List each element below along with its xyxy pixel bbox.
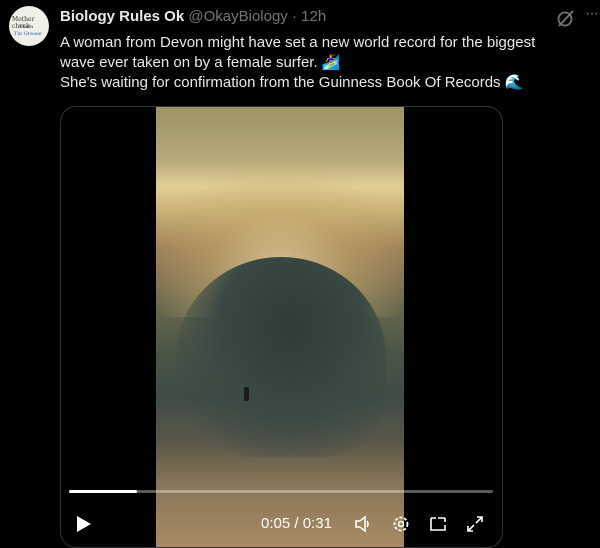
tweet-header: Biology Rules Ok @OkayBiology · 12h (60, 8, 326, 25)
tweet-text: A woman from Devon might have set a new … (60, 33, 590, 93)
play-icon[interactable] (77, 516, 91, 532)
surfer (244, 387, 249, 401)
author-handle[interactable]: @OkayBiology (188, 8, 287, 25)
current-time: 0:05 (261, 515, 291, 532)
avatar-text-2: Them (19, 24, 34, 30)
more-options-icon[interactable]: ··· (585, 5, 599, 23)
settings-icon[interactable] (391, 514, 411, 534)
video-progress-fill (69, 490, 137, 493)
author-name[interactable]: Biology Rules Ok (60, 8, 184, 25)
fullscreen-icon[interactable] (465, 514, 485, 534)
wave-face (176, 257, 386, 457)
grok-icon[interactable] (556, 8, 576, 28)
time-separator: / (290, 515, 303, 532)
tweet-text-line-3: She's waiting for confirmation from the … (60, 74, 524, 91)
avatar[interactable]: Mother check Them Tin Grease (9, 6, 49, 46)
volume-icon[interactable] (353, 514, 373, 534)
video-player[interactable]: 0:05 / 0:31 (60, 106, 503, 548)
tweet-text-line-2: wave ever taken on by a female surfer. 🏄… (60, 54, 341, 71)
video-progress-bar[interactable] (69, 490, 493, 493)
duration: 0:31 (302, 515, 332, 532)
video-frame[interactable] (156, 107, 404, 547)
video-time: 0:05 / 0:31 (261, 515, 332, 532)
avatar-text-3: Tin Grease (14, 31, 42, 37)
tweet-time[interactable]: 12h (301, 8, 326, 25)
separator-dot: · (291, 8, 297, 25)
pip-icon[interactable] (428, 514, 448, 534)
tweet-text-line-1: A woman from Devon might have set a new … (60, 34, 536, 51)
